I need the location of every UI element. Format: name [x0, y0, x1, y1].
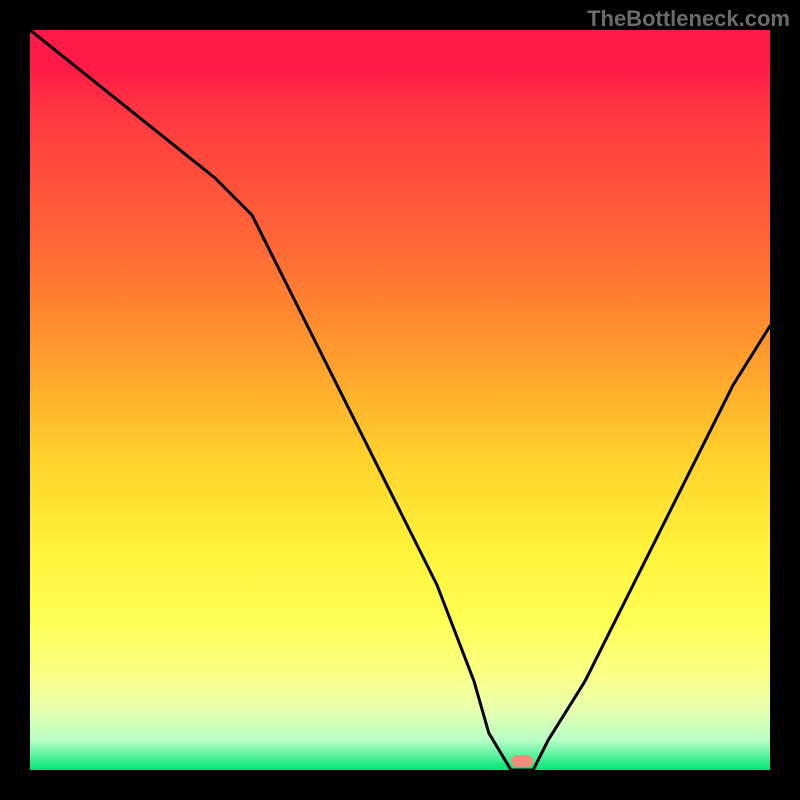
optimum-marker — [511, 755, 533, 767]
bottleneck-curve-path — [30, 30, 770, 770]
chart-svg — [30, 30, 770, 770]
chart-container: TheBottleneck.com — [0, 0, 800, 800]
plot-area — [30, 30, 770, 770]
watermark-text: TheBottleneck.com — [587, 6, 790, 32]
